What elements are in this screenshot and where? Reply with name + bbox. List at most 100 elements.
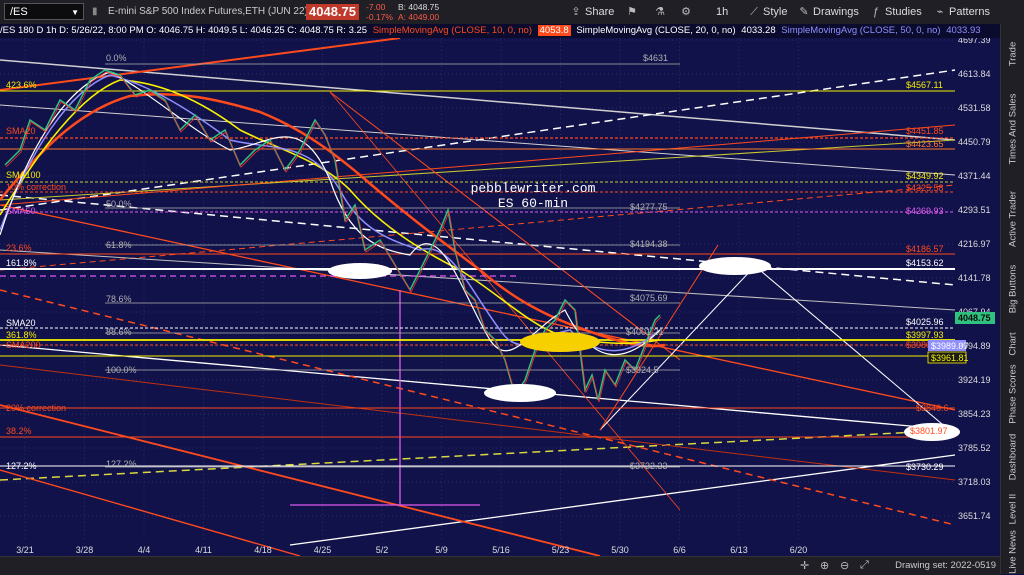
price-tick-label: 4697.39 [958,38,991,45]
svg-text:$3924.5: $3924.5 [626,365,659,375]
right-sidebar: Trade Times And Sales Active Trader Big … [1000,24,1024,574]
svg-text:$4325.58: $4325.58 [906,183,944,193]
svg-text:423.6%: 423.6% [6,80,37,90]
watermark-line2: ES 60-min [498,196,568,211]
tab-active-trader[interactable]: Active Trader [1001,184,1024,254]
price-tick-label: 4216.97 [958,239,991,249]
sma10-legend[interactable]: SimpleMovingAvg (CLOSE, 10, 0, no) [373,25,532,36]
sma50-legend[interactable]: SimpleMovingAvg (CLOSE, 50, 0, no) [781,25,940,36]
share-button[interactable]: ⇪ Share [570,4,614,20]
gear-icon: ⚙ [681,6,691,18]
chevron-down-icon: ▼ [71,8,79,17]
flag-button[interactable]: ⚑ [626,4,641,20]
date-tick-label: 5/30 [611,545,629,555]
flag-icon: ⚑ [627,6,637,18]
date-tick-label: 3/21 [16,545,34,555]
svg-text:$3961.81: $3961.81 [931,353,969,363]
drawings-button[interactable]: ✎ Drawings [798,4,858,20]
zoom-in-icon[interactable]: ⊕ [820,559,829,572]
style-button[interactable]: ⟋ Style [748,4,787,20]
drawing-set-label[interactable]: Drawing set: 2022-0519 [895,560,996,571]
svg-text:$3730.29: $3730.29 [906,462,944,472]
gear-button[interactable]: ⚙ [680,4,695,20]
cursor-icon[interactable]: ✛ [800,559,809,572]
svg-text:23.6%: 23.6% [6,243,32,253]
svg-text:$4025.96: $4025.96 [906,317,944,327]
bottom-toolbar: ✛ ⊕ ⊖ ⤢ Drawing set: 2022-0519 [0,556,1000,575]
tab-phase-scores[interactable]: Phase Scores [1001,364,1024,424]
svg-text:$3997.93: $3997.93 [906,330,944,340]
tab-live-news[interactable]: Live News [1001,529,1024,574]
sma20-value: 4033.28 [741,25,776,36]
date-tick-label: 4/4 [138,545,151,555]
tab-dashboard[interactable]: Dashboard [1001,429,1024,484]
svg-text:$3801.97: $3801.97 [910,426,948,436]
date-tick-label: 6/6 [673,545,686,555]
svg-text:50.0%: 50.0% [106,199,132,209]
svg-text:$4451.85: $4451.85 [906,126,944,136]
date-tick-label: 5/2 [376,545,389,555]
patterns-button[interactable]: ⌁ Patterns [934,4,990,20]
price-tick-label: 4531.58 [958,103,991,113]
current-price-tag: 4048.75 [958,313,991,323]
last-price: 4048.75 [306,4,359,20]
svg-text:$4001.21: $4001.21 [626,327,664,337]
svg-text:$4269.93: $4269.93 [906,206,944,216]
svg-text:SMA100: SMA100 [6,170,41,180]
svg-text:$4075.69: $4075.69 [630,293,668,303]
svg-text:$4631: $4631 [643,53,668,63]
ask-price: A: 4049.00 [398,12,440,22]
svg-text:SMA50: SMA50 [6,206,36,216]
patterns-icon: ⌁ [936,6,944,18]
zoom-out-icon[interactable]: ⊖ [840,559,849,572]
tab-level-ii[interactable]: Level II [1001,489,1024,529]
svg-text:SMA200: SMA200 [6,340,41,350]
highlight-ellipse [699,257,771,275]
svg-text:$4277.75: $4277.75 [630,202,668,212]
fit-icon[interactable]: ⤢ [860,559,869,572]
date-tick-label: 5/16 [492,545,510,555]
pencil-icon: ✎ [799,6,809,18]
svg-text:20% correction: 20% correction [6,403,66,413]
flask-button[interactable]: ⚗ [654,4,669,20]
svg-text:88.6%: 88.6% [106,327,132,337]
price-chart[interactable]: pebblewriter.com ES 60-min 0.0% 50.0% 61… [0,38,1000,556]
price-tick-label: 3651.74 [958,511,991,521]
tab-chart[interactable]: Chart [1001,324,1024,364]
svg-text:361.8%: 361.8% [6,330,37,340]
studies-button[interactable]: ƒ Studies [870,4,922,20]
price-tick-label: 4371.44 [958,171,991,181]
tab-trade[interactable]: Trade [1001,34,1024,74]
svg-text:$3846.6: $3846.6 [916,403,949,413]
interval-selector[interactable]: 1h [716,4,728,20]
ohlc-readout: /ES 180 D 1h D: 5/26/22, 8:00 PM O: 4046… [0,25,368,36]
price-tick-label: 4141.78 [958,273,991,283]
share-icon: ⇪ [571,6,581,18]
price-axis[interactable]: 4697.39 4613.84 4531.58 4450.79 4371.44 4293.… [958,38,991,521]
price-tick-label: 3718.03 [958,477,991,487]
study-legend-bar: /ES 180 D 1h D: 5/26/22, 8:00 PM O: 4046… [0,24,1000,38]
highlight-ellipse [484,384,556,402]
sma20-legend[interactable]: SimpleMovingAvg (CLOSE, 20, 0, no) [576,25,735,36]
svg-text:$4153.62: $4153.62 [906,258,944,268]
price-change-pct: -0.17% [366,12,393,22]
svg-text:127.2%: 127.2% [6,461,37,471]
price-tick-label: 4293.51 [958,205,991,215]
svg-text:0.0%: 0.0% [106,53,127,63]
symbol-link-icon[interactable]: ▮ [92,6,98,18]
date-tick-label: 4/25 [314,545,332,555]
sma10-value: 4053.8 [537,25,571,36]
tab-big-buttons[interactable]: Big Buttons [1001,259,1024,319]
price-tick-label: 3854.23 [958,409,991,419]
svg-text:SMA20: SMA20 [6,318,36,328]
svg-text:$4186.57: $4186.57 [906,244,944,254]
symbol-selector[interactable]: /ES ▼ [4,3,84,20]
symbol-text: /ES [10,6,28,18]
tab-times-and-sales[interactable]: Times And Sales [1001,84,1024,174]
top-toolbar: /ES ▼ ▮ E-mini S&P 500 Index Futures,ETH… [0,0,1024,25]
style-icon: ⟋ [750,6,758,18]
svg-text:$4194.38: $4194.38 [630,239,668,249]
svg-text:127.2%: 127.2% [106,459,137,469]
date-tick-label: 5/9 [435,545,448,555]
price-tick-label: 3924.19 [958,375,991,385]
